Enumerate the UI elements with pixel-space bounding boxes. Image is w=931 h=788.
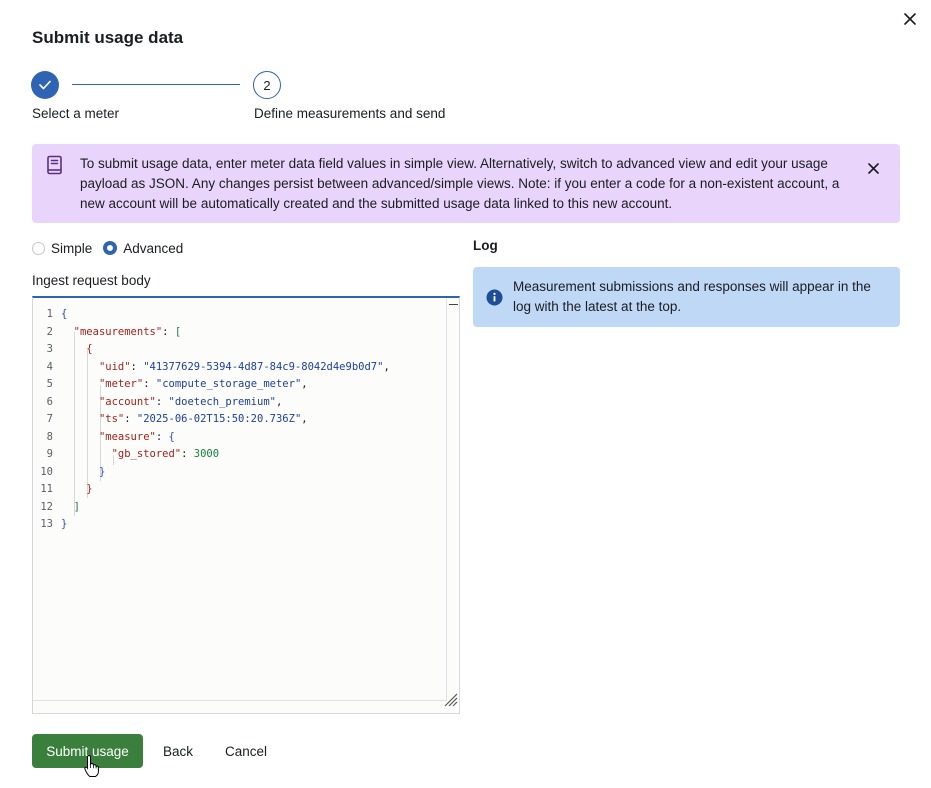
code-line: 9 "gb_stored": 3000	[46, 448, 220, 460]
code-line: 4 "uid": "41377629-5394-4d87-84c9-8042d4…	[46, 360, 390, 373]
step-1-complete-icon	[31, 71, 59, 99]
code-line: 1{	[46, 308, 68, 320]
banner-text: To submit usage data, enter meter data f…	[80, 156, 840, 211]
editor-horizontal-scrollbar[interactable]	[33, 700, 447, 713]
simple-radio-label[interactable]: Simple	[51, 241, 92, 256]
instructions-banner: To submit usage data, enter meter data f…	[32, 144, 900, 223]
code-line: 5 "meter": "compute_storage_meter",	[46, 378, 308, 390]
code-line: 6 "account": "doetech_premium",	[46, 395, 283, 408]
step-1-label: Select a meter	[32, 106, 120, 121]
code-line: 7 "ts": "2025-06-02T15:50:20.736Z",	[46, 413, 308, 425]
resize-grip-icon[interactable]	[442, 691, 458, 712]
code-line: 10 }	[40, 465, 106, 478]
code-line: 11 }	[40, 483, 93, 495]
code-line: 8 "measure": {	[46, 430, 175, 443]
banner-close-icon[interactable]	[864, 159, 882, 177]
advanced-radio[interactable]	[103, 241, 118, 255]
code-line: 12 ]	[40, 500, 80, 513]
hand-cursor-icon	[84, 754, 100, 783]
editor-label: Ingest request body	[32, 273, 151, 288]
modal-close-icon[interactable]	[900, 9, 920, 29]
step-2-label: Define measurements and send	[254, 106, 446, 121]
advanced-radio-label[interactable]: Advanced	[123, 241, 183, 256]
step-2-indicator: 2	[253, 71, 281, 99]
code-line: 2 "measurements": [	[46, 325, 182, 338]
json-editor[interactable]: 1{ 2 "measurements": [ 3 { 4 "uid": "413…	[32, 296, 460, 714]
back-button[interactable]: Back	[155, 734, 201, 768]
log-info-text: Measurement submissions and responses wi…	[513, 279, 871, 314]
stepper-connector	[72, 84, 240, 85]
code-line: 3 {	[46, 343, 93, 355]
log-title: Log	[473, 238, 498, 253]
submit-usage-modal: Submit usage data 2 Select a meter Defin…	[0, 0, 931, 788]
cancel-button[interactable]: Cancel	[217, 734, 275, 768]
simple-radio[interactable]	[32, 241, 45, 255]
view-toggle: Simple Advanced	[32, 238, 194, 258]
code-line: 13}	[40, 518, 68, 530]
info-icon	[486, 289, 503, 311]
editor-vertical-scrollbar[interactable]	[446, 298, 459, 702]
modal-title: Submit usage data	[32, 28, 184, 47]
book-icon	[46, 155, 64, 180]
log-info-banner: Measurement submissions and responses wi…	[473, 267, 900, 327]
